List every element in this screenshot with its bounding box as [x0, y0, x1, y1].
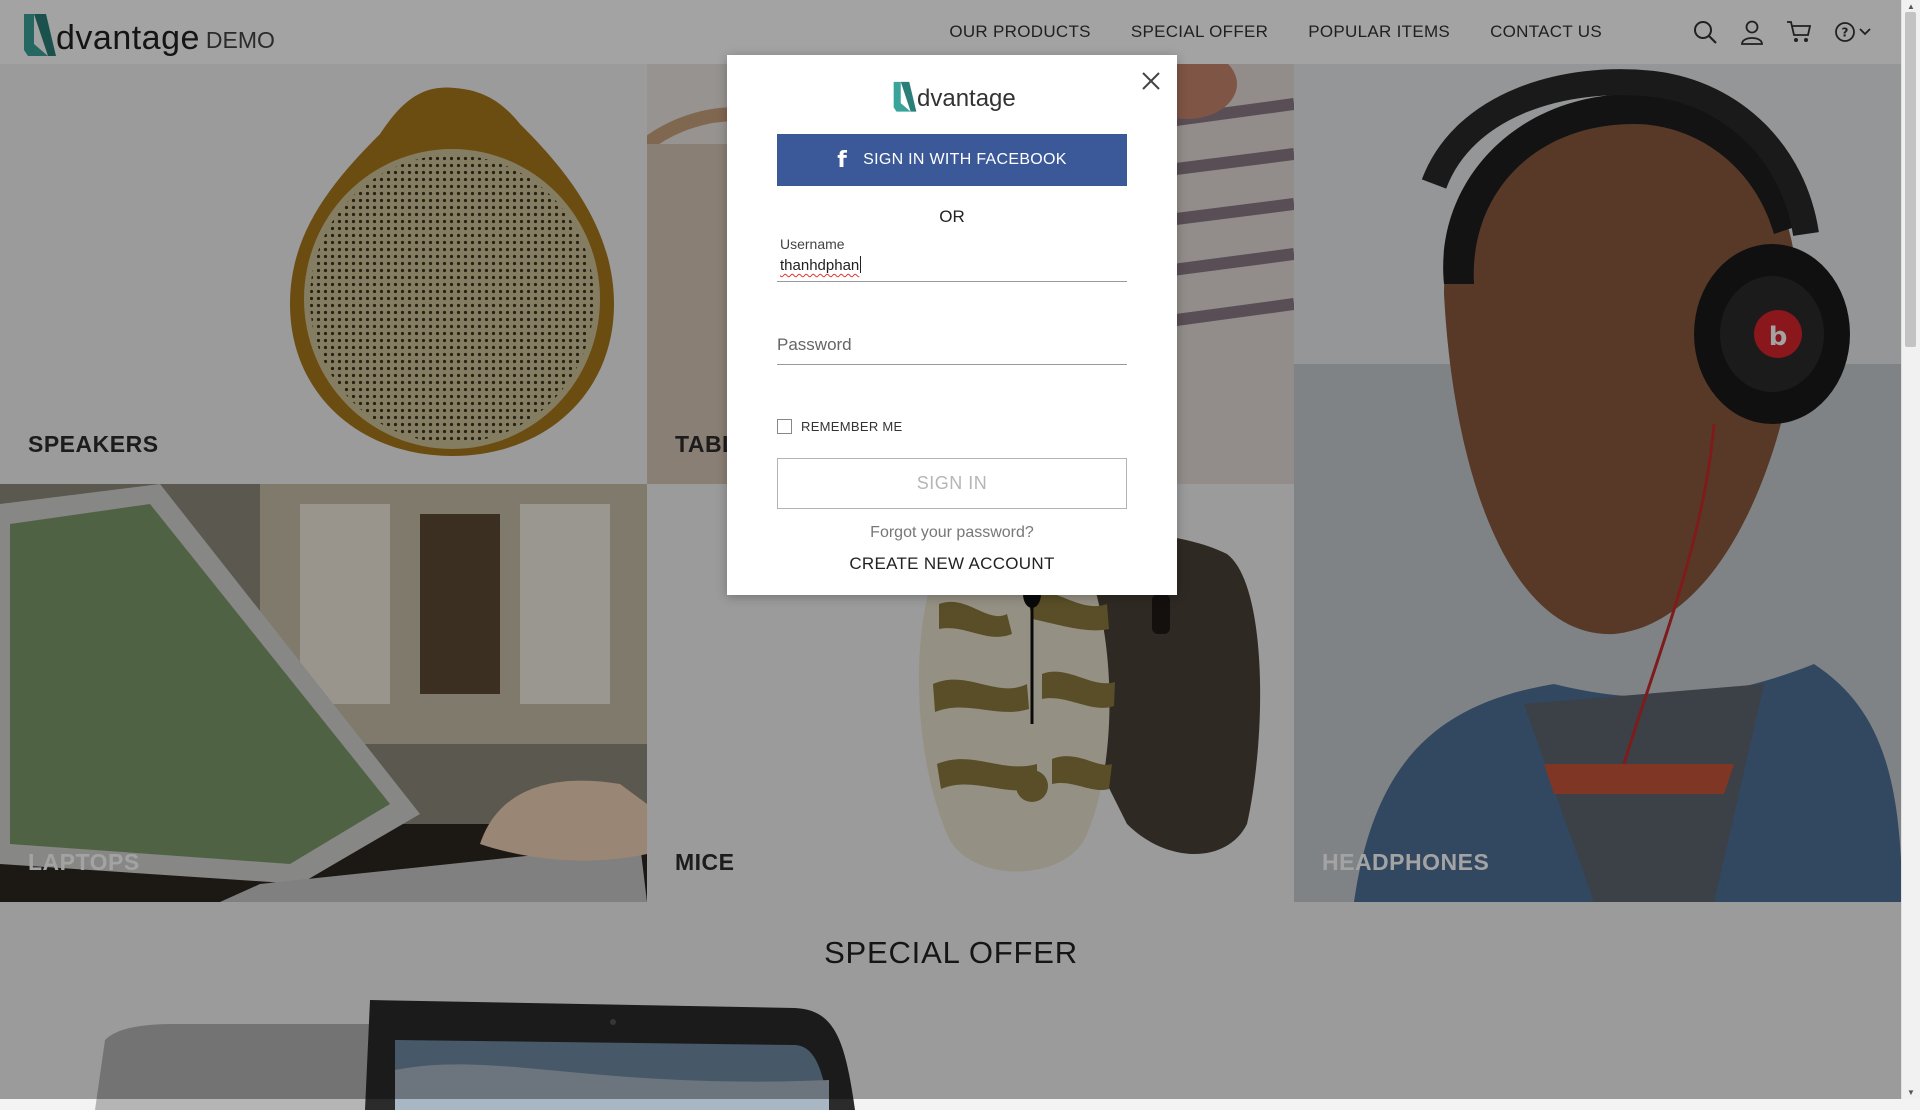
facebook-signin-label: SIGN IN WITH FACEBOOK	[863, 151, 1067, 168]
remember-me-checkbox[interactable]	[777, 419, 792, 434]
facebook-signin-button[interactable]: f SIGN IN WITH FACEBOOK	[777, 134, 1127, 186]
modal-logo-mark-icon	[893, 81, 917, 112]
username-label: Username	[780, 236, 845, 252]
scroll-down-arrow-icon[interactable]: ▼	[1907, 1088, 1915, 1097]
signin-button[interactable]: SIGN IN	[777, 458, 1127, 509]
remember-me[interactable]: REMEMBER ME	[777, 419, 903, 434]
facebook-icon: f	[837, 147, 848, 173]
forgot-password-link[interactable]: Forgot your password?	[727, 524, 1177, 542]
username-input[interactable]: thanhdphan	[780, 256, 862, 274]
username-value: thanhdphan	[780, 257, 860, 274]
username-field[interactable]: Username thanhdphan	[777, 236, 1127, 282]
text-caret	[860, 256, 862, 273]
password-placeholder: Password	[777, 335, 852, 354]
scroll-thumb[interactable]	[1905, 12, 1916, 347]
close-icon[interactable]	[1139, 69, 1163, 93]
modal-logo-text: dvantage	[917, 85, 1016, 112]
login-modal: dvantage f SIGN IN WITH FACEBOOK OR User…	[727, 55, 1177, 595]
scroll-up-arrow-icon[interactable]: ▲	[1907, 2, 1915, 11]
or-divider: OR	[939, 207, 965, 226]
page-scrollbar[interactable]: ▲ ▼	[1901, 0, 1920, 1099]
modal-logo: dvantage	[892, 79, 1016, 113]
create-account-link[interactable]: CREATE NEW ACCOUNT	[727, 554, 1177, 574]
password-field[interactable]: Password	[777, 323, 1127, 365]
remember-me-label: REMEMBER ME	[801, 419, 903, 434]
